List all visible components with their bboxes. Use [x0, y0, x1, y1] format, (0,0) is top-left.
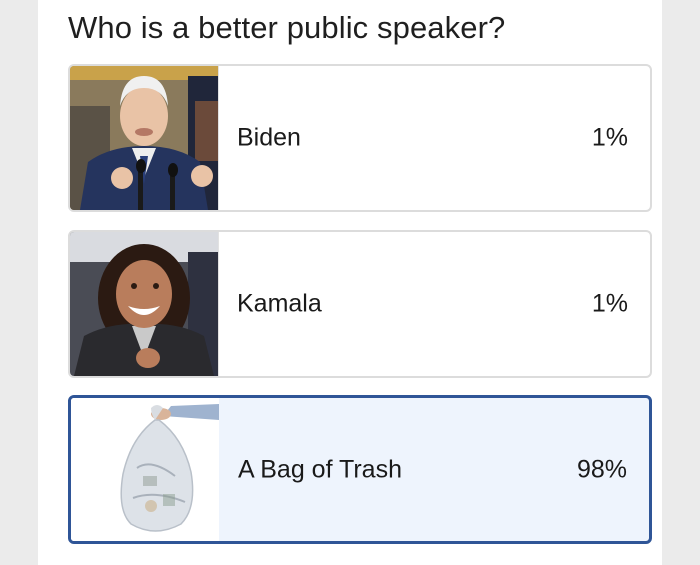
poll-option-bag-of-trash[interactable]: A Bag of Trash 98% [68, 395, 652, 544]
poll-option-kamala[interactable]: Kamala 1% [68, 230, 652, 378]
option-photo-trash-bag [71, 398, 219, 541]
option-photo-biden [70, 66, 219, 210]
option-percent: 1% [591, 123, 628, 152]
poll-option-biden[interactable]: Biden 1% [68, 64, 652, 212]
option-label: A Bag of Trash [238, 455, 402, 483]
option-photo-kamala [70, 232, 219, 376]
poll-question: Who is a better public speaker? [68, 10, 506, 45]
option-label: Biden [237, 123, 301, 152]
option-label: Kamala [237, 289, 322, 318]
option-percent: 1% [591, 289, 628, 318]
poll-card: Who is a better public speaker? Biden 1%… [38, 0, 662, 565]
option-percent: 98% [576, 455, 627, 483]
